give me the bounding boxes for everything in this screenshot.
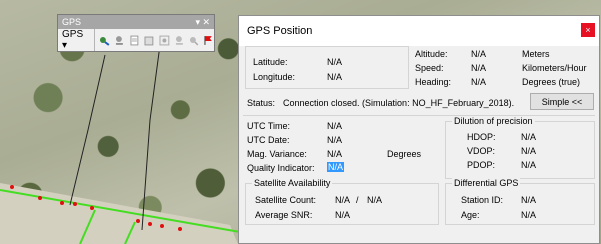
- age-label: Age:: [461, 210, 480, 220]
- latitude-label: Latitude:: [253, 57, 288, 67]
- hdop-label: HDOP:: [467, 132, 496, 142]
- gps-log-icon[interactable]: [144, 35, 155, 46]
- dop-group-title: Dilution of precision: [452, 116, 535, 126]
- boundary-line-2: [141, 29, 163, 231]
- age-value: N/A: [521, 210, 537, 220]
- longitude-value: N/A: [327, 72, 343, 82]
- average-snr-label: Average SNR:: [255, 210, 313, 220]
- route-point: [148, 222, 152, 226]
- station-id-value: N/A: [521, 195, 537, 205]
- gps-pan-icon[interactable]: [188, 35, 199, 46]
- mag-variance-value: N/A: [327, 149, 343, 159]
- quality-indicator-label: Quality Indicator:: [247, 163, 315, 173]
- gps-track-icon[interactable]: [129, 35, 140, 46]
- route-point: [60, 201, 64, 205]
- pdop-value: N/A: [521, 160, 537, 170]
- gps-zoom-icon[interactable]: [174, 35, 185, 46]
- heading-label: Heading:: [415, 77, 452, 87]
- gps-flag-icon[interactable]: [203, 35, 214, 46]
- speed-value: N/A: [471, 63, 487, 73]
- route-point: [38, 196, 42, 200]
- satellite-count-separator: /: [356, 195, 359, 205]
- gps-log-settings-icon[interactable]: [159, 35, 170, 46]
- route-point: [136, 219, 140, 223]
- satellite-count-label: Satellite Count:: [255, 195, 317, 205]
- dialog-title-bar[interactable]: GPS Position ×: [239, 16, 599, 46]
- toolbar-title: GPS: [62, 17, 82, 27]
- toolbar-window-buttons[interactable]: ▾ ✕: [195, 15, 210, 29]
- speed-unit: Kilometers/Hour: [522, 63, 587, 73]
- gps-connect-icon[interactable]: [99, 35, 110, 46]
- satellite-count-value-2: N/A: [367, 195, 383, 205]
- boundary-line: [69, 54, 106, 206]
- vdop-value: N/A: [521, 146, 537, 156]
- gps-toolbar: GPS ▾ ✕ GPS ▾: [57, 14, 215, 52]
- utc-time-value: N/A: [327, 121, 343, 131]
- gps-position-dialog: GPS Position × Latitude: N/A Longitude: …: [238, 15, 600, 244]
- simple-toggle-button[interactable]: Simple <<: [530, 93, 594, 110]
- altitude-unit: Meters: [522, 49, 550, 59]
- divider: [243, 115, 595, 116]
- heading-value: N/A: [471, 77, 487, 87]
- route-point: [73, 202, 77, 206]
- utc-time-label: UTC Time:: [247, 121, 291, 131]
- satellite-group-title: Satellite Availability: [252, 178, 333, 188]
- station-id-label: Station ID:: [461, 195, 504, 205]
- toolbar-title-bar[interactable]: GPS ▾ ✕: [58, 15, 214, 29]
- hdop-value: N/A: [521, 132, 537, 142]
- gps-dropdown-button[interactable]: GPS ▾: [62, 29, 96, 51]
- differential-gps-title: Differential GPS: [452, 178, 521, 188]
- altitude-value: N/A: [471, 49, 487, 59]
- position-group: [245, 46, 409, 89]
- satellite-count-value: N/A: [335, 195, 351, 205]
- mag-variance-label: Mag. Variance:: [247, 149, 307, 159]
- status-label: Status:: [247, 98, 276, 108]
- speed-label: Speed:: [415, 63, 444, 73]
- route-point: [10, 185, 14, 189]
- mag-variance-unit: Degrees: [387, 149, 422, 159]
- quality-indicator-value[interactable]: N/A: [327, 162, 345, 172]
- route-point: [178, 227, 182, 231]
- utc-date-label: UTC Date:: [247, 135, 290, 145]
- route-point: [160, 224, 164, 228]
- utc-date-value: N/A: [327, 135, 343, 145]
- road-area: [0, 183, 238, 244]
- average-snr-value: N/A: [335, 210, 351, 220]
- vdop-label: VDOP:: [467, 146, 496, 156]
- longitude-label: Longitude:: [253, 72, 296, 82]
- altitude-label: Altitude:: [415, 49, 448, 59]
- latitude-value: N/A: [327, 57, 343, 67]
- heading-unit: Degrees (true): [522, 77, 581, 87]
- dialog-title: GPS Position: [247, 25, 313, 37]
- pdop-label: PDOP:: [467, 160, 496, 170]
- status-text: Connection closed. (Simulation: NO_HF_Fe…: [283, 98, 515, 108]
- gps-move-icon[interactable]: [114, 35, 125, 46]
- route-point: [90, 206, 94, 210]
- close-button[interactable]: ×: [581, 23, 595, 37]
